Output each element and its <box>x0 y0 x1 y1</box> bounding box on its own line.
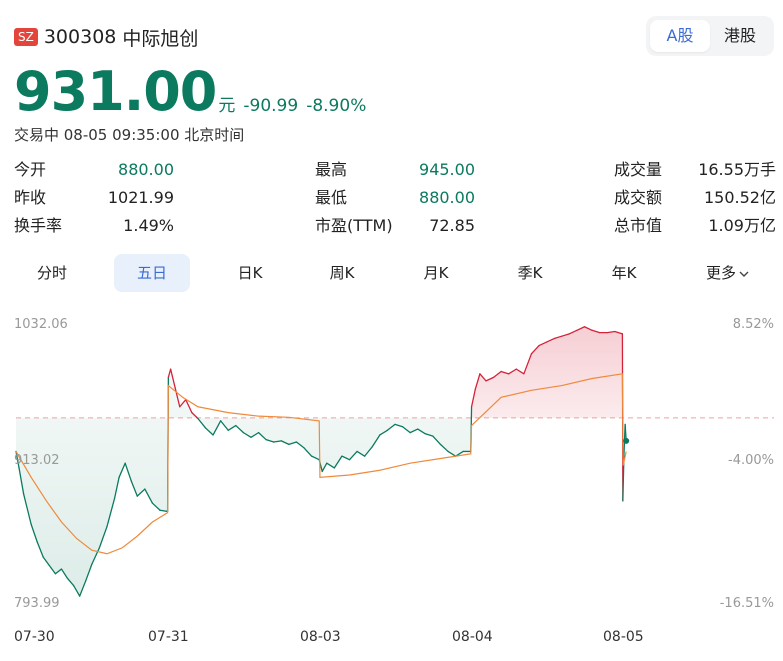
y-right-bottom: -16.51% <box>720 596 774 611</box>
stat-low: 最低 880.00 <box>315 185 475 211</box>
stock-code: 300308 <box>44 26 117 48</box>
stock-header: SZ 300308 中际旭创 <box>14 22 198 52</box>
stat-value: 72.85 <box>429 213 475 239</box>
x-label-2: 08-03 <box>300 629 341 645</box>
y-left-mid: 913.02 <box>14 453 60 468</box>
stat-label: 总市值 <box>614 213 662 239</box>
stat-label: 最高 <box>315 157 347 183</box>
price-unit: 元 <box>218 91 235 116</box>
y-right-mid: -4.00% <box>728 453 774 468</box>
stat-value: 1021.99 <box>108 185 174 211</box>
hk-share-button[interactable]: 港股 <box>710 20 770 52</box>
price-change-pct: -8.90% <box>306 96 366 116</box>
tab-weekly-k[interactable]: 周K <box>304 254 380 292</box>
stat-market-cap: 总市值 1.09万亿 <box>614 213 776 239</box>
stat-label: 换手率 <box>14 213 62 239</box>
x-label-1: 07-31 <box>148 629 189 645</box>
stat-value: 16.55万手 <box>698 157 776 183</box>
price-area-up <box>471 327 623 452</box>
exchange-badge: SZ <box>14 28 38 46</box>
x-label-0: 07-30 <box>14 629 55 645</box>
stat-value: 1.09万亿 <box>708 213 776 239</box>
chart-svg: 1032.06 913.02 793.99 8.52% -4.00% -16.5… <box>0 300 783 657</box>
tab-intraday[interactable]: 分时 <box>14 254 90 292</box>
price-change: -90.99 <box>243 96 298 116</box>
stat-volume: 成交量 16.55万手 <box>614 157 776 183</box>
stat-value: 150.52亿 <box>704 185 776 211</box>
a-share-button[interactable]: A股 <box>650 20 710 52</box>
y-left-top: 1032.06 <box>14 317 68 332</box>
x-label-4: 08-05 <box>603 629 644 645</box>
stats-grid: 今开 880.00 最高 945.00 成交量 16.55万手 昨收 1021.… <box>14 157 776 241</box>
tab-five-day[interactable]: 五日 <box>114 254 190 292</box>
stat-label: 成交额 <box>614 185 662 211</box>
stat-value: 1.49% <box>123 213 174 239</box>
trade-status: 交易中 08-05 09:35:00 北京时间 <box>14 124 244 145</box>
chart-period-tabs: 分时 五日 日K 周K 月K 季K 年K 更多 <box>0 254 783 294</box>
tab-more[interactable]: 更多 <box>690 254 766 292</box>
stat-label: 最低 <box>315 185 347 211</box>
stat-pe-ttm: 市盈(TTM) 72.85 <box>315 213 475 239</box>
stat-value: 880.00 <box>419 185 475 211</box>
chevron-down-icon <box>738 269 750 279</box>
price-row: 931.00 元 -90.99 -8.90% <box>14 64 366 120</box>
stat-prev-close: 昨收 1021.99 <box>14 185 174 211</box>
tab-monthly-k[interactable]: 月K <box>398 254 474 292</box>
stat-label: 市盈(TTM) <box>315 213 393 239</box>
stat-turnover-amount: 成交额 150.52亿 <box>614 185 776 211</box>
current-price: 931.00 <box>14 64 216 120</box>
stat-open: 今开 880.00 <box>14 157 174 183</box>
y-left-bottom: 793.99 <box>14 596 60 611</box>
tab-more-label: 更多 <box>706 264 736 282</box>
tab-daily-k[interactable]: 日K <box>212 254 288 292</box>
last-price-dot <box>623 438 629 444</box>
five-day-chart: 1032.06 913.02 793.99 8.52% -4.00% -16.5… <box>0 300 783 657</box>
tab-quarterly-k[interactable]: 季K <box>492 254 568 292</box>
price-area-down <box>16 369 471 596</box>
market-toggle: A股 港股 <box>646 16 774 56</box>
stat-value: 945.00 <box>419 157 475 183</box>
tab-yearly-k[interactable]: 年K <box>586 254 662 292</box>
stat-turnover-rate: 换手率 1.49% <box>14 213 174 239</box>
stock-name: 中际旭创 <box>122 24 198 51</box>
stat-high: 最高 945.00 <box>315 157 475 183</box>
x-label-3: 08-04 <box>452 629 493 645</box>
stat-label: 成交量 <box>614 157 662 183</box>
y-right-top: 8.52% <box>733 317 774 332</box>
stat-label: 昨收 <box>14 185 46 211</box>
stat-label: 今开 <box>14 157 46 183</box>
stat-value: 880.00 <box>118 157 174 183</box>
